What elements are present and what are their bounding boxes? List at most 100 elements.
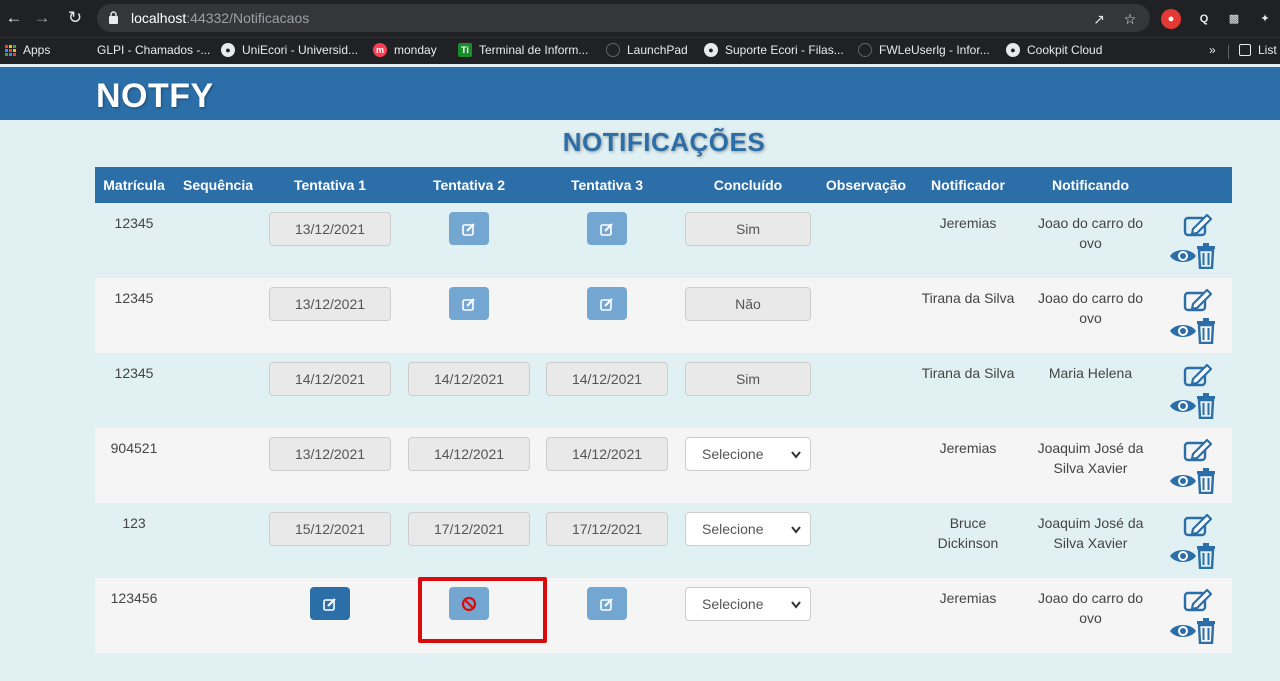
eye-icon[interactable] — [1169, 322, 1197, 345]
eye-icon[interactable] — [1169, 472, 1197, 495]
select-value: Selecione — [702, 596, 764, 612]
edit-icon[interactable] — [1183, 438, 1213, 467]
col-tentativa-1: Tentativa 1 — [293, 177, 367, 193]
edit-icon[interactable] — [1183, 363, 1213, 392]
extensions-puzzle-icon[interactable]: ✦ — [1255, 9, 1275, 29]
bookmark-terminal[interactable]: Ti Terminal de Inform... — [458, 43, 588, 57]
row-actions — [1169, 363, 1216, 424]
bookmark-label: monday — [394, 43, 437, 57]
bookmark-label: Apps — [23, 43, 51, 57]
reload-icon[interactable]: ↻ — [63, 6, 87, 30]
globe-icon: ● — [1006, 43, 1020, 57]
page-title: NOTIFICAÇÕES — [562, 127, 766, 157]
tentativa-3-edit-button[interactable] — [587, 287, 627, 320]
notificando-cell: Joao do carro do ovo — [1037, 215, 1144, 251]
edit-icon — [600, 597, 614, 611]
tentativa-1-date[interactable]: 13/12/2021 — [269, 437, 391, 471]
concluido-value[interactable]: Sim — [685, 362, 811, 396]
star-icon[interactable]: ☆ — [1122, 11, 1138, 27]
extension-search-icon[interactable]: Q — [1194, 9, 1214, 29]
brand-logo[interactable]: NOTFY — [96, 77, 214, 116]
eye-icon[interactable] — [1169, 397, 1197, 420]
matricula-cell: 12345 — [114, 215, 154, 231]
share-icon[interactable]: ↗ — [1091, 11, 1107, 27]
tentativa-1-date[interactable]: 13/12/2021 — [269, 287, 391, 321]
trash-icon[interactable] — [1196, 393, 1216, 424]
trash-icon[interactable] — [1196, 243, 1216, 274]
bookmark-uniecori[interactable]: ● UniEcori - Universid... — [221, 43, 358, 57]
eye-icon[interactable] — [1169, 547, 1197, 570]
tentativa-2-edit-button[interactable] — [449, 287, 489, 320]
edit-icon[interactable] — [1183, 288, 1213, 317]
table-row: 123456 Selecione Jeremias Joao do carro do … — [95, 578, 1232, 653]
trash-icon[interactable] — [1196, 468, 1216, 499]
forward-icon[interactable]: → — [30, 6, 54, 30]
bookmark-monday[interactable]: m monday — [373, 43, 437, 57]
browser-toolbar: ← → ↻ localhost:44332/Notificacaos ↗ ☆ ●… — [0, 0, 1280, 37]
bookmark-label: UniEcori - Universid... — [242, 43, 359, 57]
trash-icon[interactable] — [1196, 618, 1216, 649]
bookmark-glpi[interactable]: GLPI - Chamados -... — [76, 43, 210, 57]
tentativa-2-date[interactable]: 17/12/2021 — [408, 512, 530, 546]
edit-icon — [600, 297, 614, 311]
eye-icon[interactable] — [1169, 247, 1197, 270]
tentativa-3-edit-button[interactable] — [587, 212, 627, 245]
col-sequencia: Sequência — [182, 177, 254, 193]
trash-icon[interactable] — [1196, 318, 1216, 349]
notificador-cell: Tirana da Silva — [921, 290, 1015, 306]
glpi-icon — [76, 43, 90, 57]
bookmarks-bar: Apps GLPI - Chamados -... ● UniEcori - U… — [0, 37, 1280, 64]
tentativa-3-edit-button[interactable] — [587, 587, 627, 620]
concluido-select[interactable]: Selecione — [685, 437, 811, 471]
tentativa-2-edit-button[interactable] — [449, 212, 489, 245]
tentativa-1-edit-button[interactable] — [310, 587, 350, 620]
concluido-select[interactable]: Selecione — [685, 587, 811, 621]
trash-icon[interactable] — [1196, 543, 1216, 574]
matricula-cell: 904521 — [110, 440, 158, 456]
table-body: 12345 13/12/2021 Sim Jeremias Joao do carro … — [95, 203, 1232, 653]
bookmark-label: GLPI - Chamados -... — [97, 43, 211, 57]
reading-list-button[interactable]: List — [1239, 43, 1277, 57]
edit-icon[interactable] — [1183, 588, 1213, 617]
more-bookmarks-label: » — [1209, 43, 1216, 57]
bookmark-label: Suporte Ecori - Filas... — [725, 43, 844, 57]
concluido-value[interactable]: Sim — [685, 212, 811, 246]
bookmark-launchpad[interactable]: LaunchPad — [606, 43, 688, 57]
bookmark-fwleuserlg[interactable]: FWLeUserlg - Infor... — [858, 43, 990, 57]
bookmark-suporte[interactable]: ● Suporte Ecori - Filas... — [704, 43, 844, 57]
app-header: NOTFY — [0, 67, 1280, 120]
extension-red-icon[interactable]: ● — [1161, 9, 1181, 29]
tentativa-1-date[interactable]: 15/12/2021 — [269, 512, 391, 546]
bookmark-cookpit[interactable]: ● Cookpit Cloud — [1006, 43, 1102, 57]
bookmark-apps[interactable]: Apps — [5, 43, 50, 57]
row-actions — [1169, 213, 1216, 274]
table-row: 12345 14/12/2021 14/12/2021 14/12/2021 Sim Ti… — [95, 353, 1232, 428]
notificador-cell: Bruce Dickinson — [937, 515, 999, 551]
extension-bot-icon[interactable]: ▩ — [1224, 9, 1244, 29]
select-value: Selecione — [702, 521, 764, 537]
tentativa-3-date[interactable]: 14/12/2021 — [546, 362, 668, 396]
tentativa-3-date[interactable]: 17/12/2021 — [546, 512, 668, 546]
tentativa-2-date[interactable]: 14/12/2021 — [408, 362, 530, 396]
tentativa-1-date[interactable]: 13/12/2021 — [269, 212, 391, 246]
notificando-cell: Joaquim José da Silva Xavier — [1037, 440, 1144, 476]
address-bar[interactable]: localhost:44332/Notificacaos ↗ ☆ — [97, 4, 1150, 32]
reading-list-label: List — [1258, 43, 1277, 57]
edit-icon[interactable] — [1183, 513, 1213, 542]
bookmark-label: Cookpit Cloud — [1027, 43, 1103, 57]
more-bookmarks-button[interactable]: » — [1209, 43, 1216, 57]
row-actions — [1169, 513, 1216, 574]
tentativa-3-date[interactable]: 14/12/2021 — [546, 437, 668, 471]
col-tentativa-3: Tentativa 3 — [570, 177, 644, 193]
row-actions — [1169, 438, 1216, 499]
tentativa-1-date[interactable]: 14/12/2021 — [269, 362, 391, 396]
notificando-cell: Joao do carro do ovo — [1037, 590, 1144, 626]
concluido-select[interactable]: Selecione — [685, 512, 811, 546]
edit-icon[interactable] — [1183, 213, 1213, 242]
concluido-value[interactable]: Não — [685, 287, 811, 321]
matricula-cell: 12345 — [114, 290, 154, 306]
row-actions — [1169, 288, 1216, 349]
back-icon[interactable]: ← — [2, 6, 26, 30]
eye-icon[interactable] — [1169, 622, 1197, 645]
tentativa-2-date[interactable]: 14/12/2021 — [408, 437, 530, 471]
